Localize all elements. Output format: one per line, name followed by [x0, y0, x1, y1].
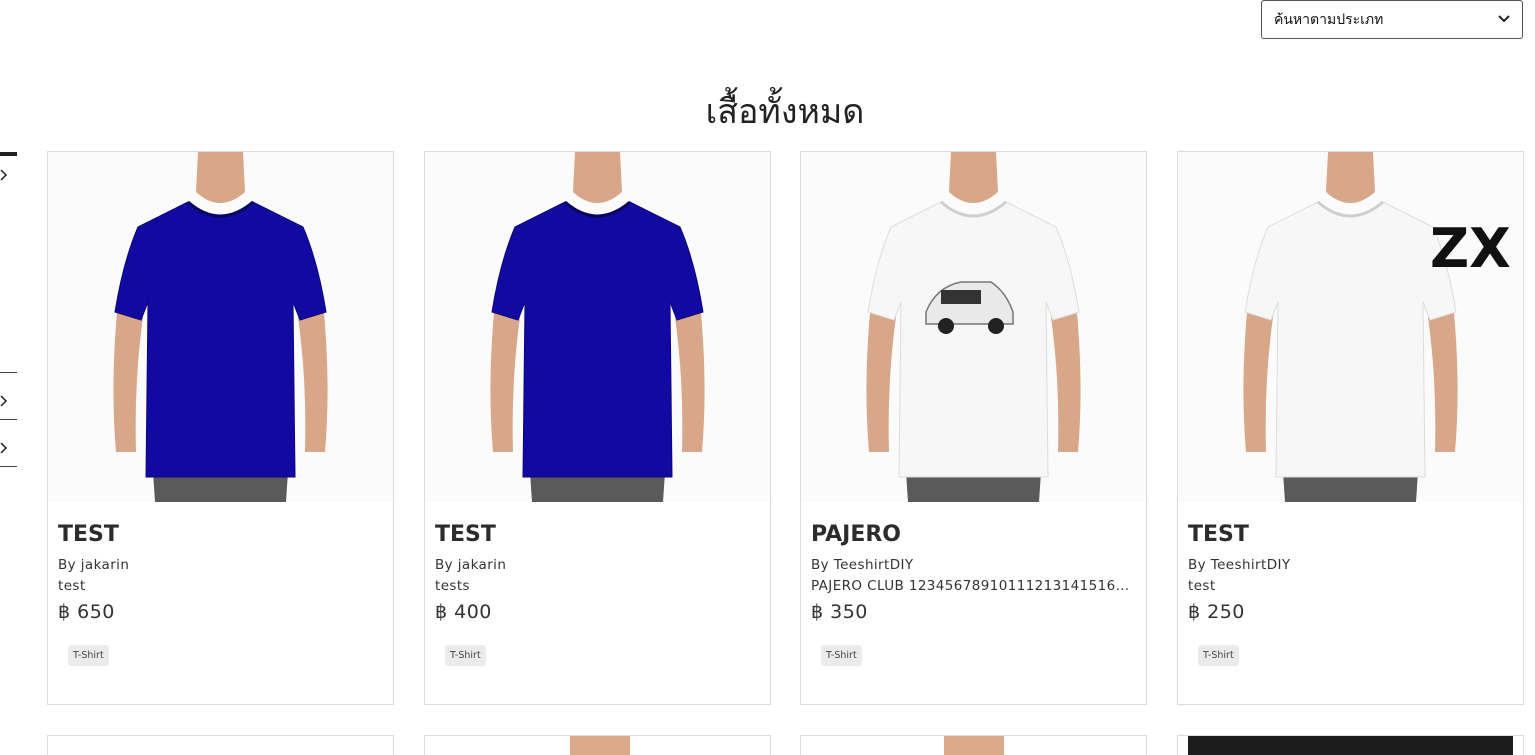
product-description: PAJERO CLUB 1234567891011121314151617181… — [811, 578, 1137, 594]
chevron-right-icon — [0, 442, 8, 458]
product-card[interactable] — [424, 735, 771, 755]
chevron-down-icon — [1498, 13, 1510, 26]
product-card[interactable] — [1177, 735, 1524, 755]
product-tag[interactable]: T-Shirt — [821, 645, 862, 666]
product-image — [1188, 736, 1513, 755]
product-description: tests — [435, 578, 470, 594]
product-author: By jakarin — [435, 557, 507, 573]
side-divider — [0, 466, 17, 467]
product-card[interactable]: TEST By jakarin tests ฿ 400 T-Shirt — [424, 151, 771, 705]
side-tab-1[interactable] — [0, 160, 18, 198]
product-image: ZX — [1178, 152, 1523, 502]
product-card[interactable]: ZX TEST By TeeshirtDIY test ฿ 250 T-Shir… — [1177, 151, 1524, 705]
shirt-print-text: ZX — [1430, 217, 1511, 280]
product-card[interactable] — [47, 735, 394, 755]
product-price: ฿ 350 — [811, 601, 868, 623]
product-image — [570, 736, 630, 755]
product-tag[interactable]: T-Shirt — [445, 645, 486, 666]
product-description: test — [1188, 578, 1216, 594]
tshirt-model-illustration — [48, 152, 393, 502]
product-image — [425, 152, 770, 502]
product-price: ฿ 400 — [435, 601, 492, 623]
chevron-right-icon — [0, 169, 8, 185]
tshirt-model-illustration — [425, 152, 770, 502]
tshirt-model-illustration — [801, 152, 1146, 502]
product-image — [48, 152, 393, 502]
product-author: By jakarin — [58, 557, 130, 573]
product-title: TEST — [58, 522, 119, 547]
tshirt-model-illustration: ZX — [1178, 152, 1523, 502]
product-image — [801, 152, 1146, 502]
product-title: TEST — [1188, 522, 1249, 547]
product-description: test — [58, 578, 86, 594]
chevron-right-icon — [0, 395, 8, 411]
side-divider — [0, 372, 17, 373]
page-title: เสื้อทั้งหมด — [705, 92, 865, 132]
product-title: TEST — [435, 522, 496, 547]
product-author: By TeeshirtDIY — [1188, 557, 1291, 573]
side-divider — [0, 419, 17, 420]
product-card[interactable] — [800, 735, 1147, 755]
product-price: ฿ 650 — [58, 601, 115, 623]
product-tag[interactable]: T-Shirt — [1198, 645, 1239, 666]
side-panel-edge — [0, 152, 17, 156]
product-tag[interactable]: T-Shirt — [68, 645, 109, 666]
product-image — [944, 736, 1004, 755]
product-title: PAJERO — [811, 522, 901, 547]
category-filter-select[interactable]: ค้นหาตามประเภท — [1261, 0, 1523, 39]
product-card[interactable]: TEST By jakarin test ฿ 650 T-Shirt — [47, 151, 394, 705]
category-filter-value: ค้นหาตามประเภท — [1274, 11, 1384, 28]
product-author: By TeeshirtDIY — [811, 557, 914, 573]
product-card[interactable]: PAJERO By TeeshirtDIY PAJERO CLUB 123456… — [800, 151, 1147, 705]
product-price: ฿ 250 — [1188, 601, 1245, 623]
